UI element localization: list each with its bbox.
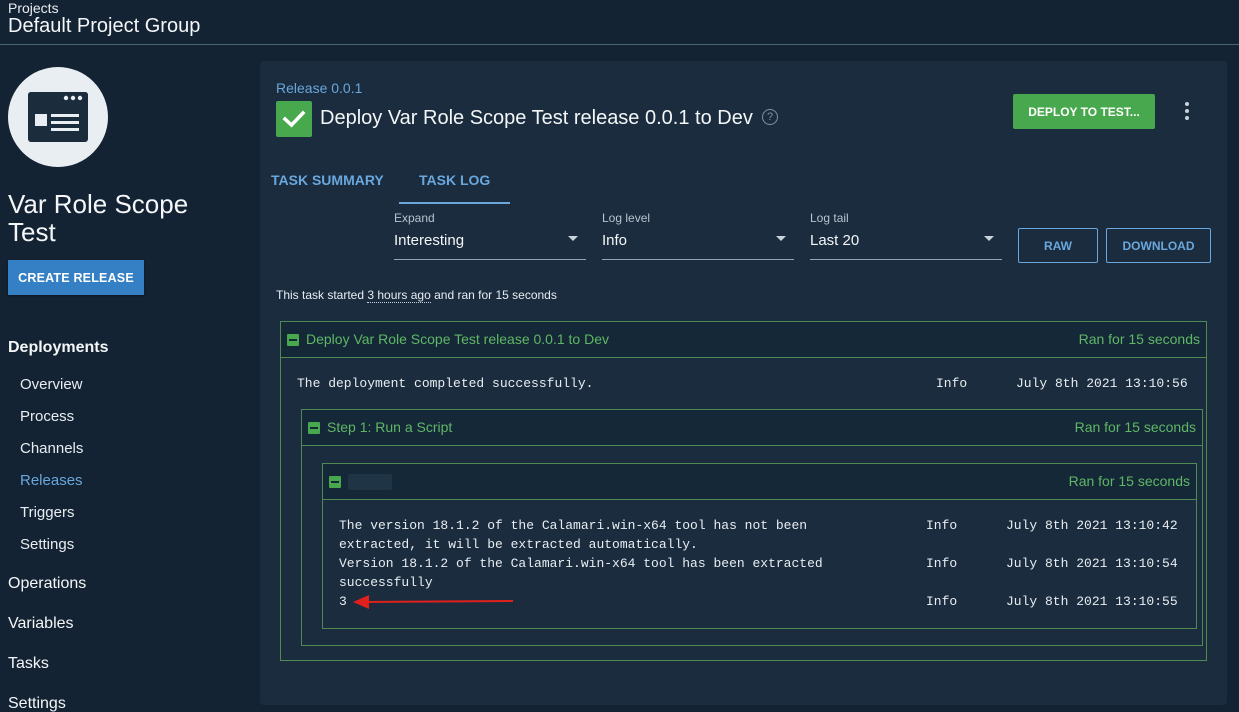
nav-operations[interactable]: Operations	[8, 575, 86, 593]
expand-label: Expand	[394, 211, 435, 225]
log-tail-select[interactable]: Last 20	[810, 232, 859, 249]
nav-variables[interactable]: Variables	[8, 615, 74, 633]
log-root: Deploy Var Role Scope Test release 0.0.1…	[280, 321, 1207, 661]
nav-deployment-settings[interactable]: Settings	[20, 536, 74, 553]
expand-underline	[394, 259, 586, 260]
log-level: Info	[936, 376, 968, 391]
create-release-button[interactable]: CREATE RELEASE	[8, 260, 144, 295]
download-button[interactable]: DOWNLOAD	[1106, 228, 1211, 263]
log-level-select[interactable]: Info	[602, 232, 627, 249]
log-step: Step 1: Run a Script Ran for 15 seconds …	[301, 409, 1203, 646]
log-step-duration: Ran for 15 seconds	[1074, 419, 1196, 435]
red-arrow-annotation	[353, 595, 514, 609]
top-bar: Projects Default Project Group	[0, 0, 1239, 45]
chevron-down-icon[interactable]	[984, 236, 994, 241]
log-step-title: Step 1: Run a Script	[327, 419, 453, 435]
expand-select[interactable]: Interesting	[394, 232, 464, 249]
log-tail-underline	[810, 259, 1002, 260]
log-timestamp: July 8th 2021 13:10:54	[1006, 556, 1178, 571]
log-level: Info	[926, 518, 958, 533]
log-target: Ran for 15 seconds The version 18.1.2 of…	[322, 463, 1197, 629]
project-logo	[8, 67, 108, 167]
tab-task-log[interactable]: TASK LOG	[419, 172, 490, 188]
log-tail-label: Log tail	[810, 211, 849, 225]
log-root-title: Deploy Var Role Scope Test release 0.0.1…	[306, 331, 609, 347]
nav-channels[interactable]: Channels	[20, 440, 83, 457]
chevron-down-icon[interactable]	[776, 236, 786, 241]
log-entry-text: 3	[339, 594, 347, 609]
log-level: Info	[926, 556, 958, 571]
nav-tasks[interactable]: Tasks	[8, 655, 49, 673]
nav-process[interactable]: Process	[20, 408, 74, 425]
deploy-to-test-button[interactable]: DEPLOY TO TEST...	[1013, 94, 1155, 129]
chevron-down-icon[interactable]	[568, 236, 578, 241]
task-title: Deploy Var Role Scope Test release 0.0.1…	[320, 107, 753, 129]
sidebar: Var Role Scope Test CREATE RELEASE Deplo…	[0, 46, 245, 712]
log-entry-text: The version 18.1.2 of the Calamari.win-x…	[339, 518, 808, 552]
collapse-icon[interactable]	[329, 476, 341, 488]
log-step-header[interactable]: Step 1: Run a Script Ran for 15 seconds	[302, 410, 1202, 446]
success-status	[276, 101, 312, 137]
more-options-icon[interactable]	[1177, 102, 1197, 122]
redacted-target-name	[348, 474, 392, 490]
log-target-duration: Ran for 15 seconds	[1068, 473, 1190, 489]
started-time-link[interactable]: 3 hours ago	[367, 288, 431, 303]
log-root-header[interactable]: Deploy Var Role Scope Test release 0.0.1…	[281, 322, 1206, 358]
task-card: Release 0.0.1 Deploy Var Role Scope Test…	[260, 61, 1227, 705]
browser-window-icon	[28, 92, 88, 142]
checkmark-icon	[282, 110, 306, 128]
log-target-header[interactable]: Ran for 15 seconds	[323, 464, 1196, 500]
breadcrumb[interactable]: Projects	[8, 0, 59, 16]
nav-releases[interactable]: Releases	[20, 472, 83, 489]
nav-overview[interactable]: Overview	[20, 376, 83, 393]
log-message: The deployment completed successfully.	[297, 376, 594, 391]
nav-deployments[interactable]: Deployments	[8, 339, 108, 357]
log-timestamp: July 8th 2021 13:10:56	[1016, 376, 1188, 391]
task-duration-info: This task started 3 hours ago and ran fo…	[276, 288, 557, 303]
project-group-title: Default Project Group	[8, 15, 201, 37]
nav-settings[interactable]: Settings	[8, 695, 66, 712]
project-name: Var Role Scope Test	[8, 189, 189, 247]
log-level-label: Log level	[602, 211, 651, 225]
active-tab-indicator	[399, 202, 510, 204]
log-level: Info	[926, 594, 958, 609]
log-timestamp: July 8th 2021 13:10:42	[1006, 518, 1178, 533]
nav-triggers[interactable]: Triggers	[20, 504, 74, 521]
log-level-underline	[602, 259, 794, 260]
tab-task-summary[interactable]: TASK SUMMARY	[271, 172, 384, 188]
release-link[interactable]: Release 0.0.1	[276, 80, 362, 96]
raw-button[interactable]: RAW	[1018, 228, 1098, 263]
help-icon[interactable]: ?	[762, 109, 778, 125]
collapse-icon[interactable]	[308, 422, 320, 434]
log-entry-text: Version 18.1.2 of the Calamari.win-x64 t…	[339, 556, 823, 590]
collapse-icon[interactable]	[287, 334, 299, 346]
log-root-duration: Ran for 15 seconds	[1078, 331, 1200, 347]
log-timestamp: July 8th 2021 13:10:55	[1006, 594, 1178, 609]
